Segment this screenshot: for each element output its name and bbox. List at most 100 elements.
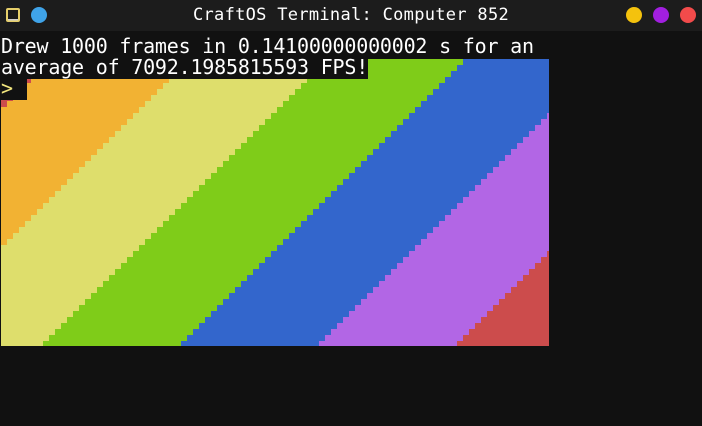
stripe-pixel-run — [121, 263, 259, 269]
stripe-pixel-run — [301, 221, 439, 227]
stripe-pixel-run — [7, 239, 145, 245]
stripe-pixel-run — [67, 317, 205, 323]
stripe-pixel-run — [1, 329, 55, 335]
rainbow-diagonal-stripes — [1, 59, 549, 346]
stripe-pixel-run — [235, 287, 373, 293]
stripe-pixel-run — [1, 197, 49, 203]
stripe-pixel-run — [163, 83, 301, 89]
stripe-pixel-run — [79, 305, 217, 311]
stripe-pixel-run — [1, 185, 61, 191]
stripe-pixel-run — [1, 293, 91, 299]
stripe-pixel-run — [253, 131, 391, 137]
stripe-pixel-run — [439, 221, 549, 227]
stripe-pixel-run — [361, 299, 499, 305]
stripe-pixel-run — [49, 197, 187, 203]
stripe-pixel-run — [1, 263, 121, 269]
stripe-pixel-run — [1, 143, 103, 149]
stripe-pixel-run — [1, 221, 25, 227]
stripe-pixel-run — [241, 143, 379, 149]
stripe-pixel-run — [379, 143, 517, 149]
stripe-pixel-run — [421, 239, 549, 245]
terminal-screen[interactable]: Drew 1000 frames in 0.14100000000002 s f… — [0, 31, 702, 426]
stripe-pixel-run — [145, 101, 283, 107]
stripe-pixel-run — [223, 299, 361, 305]
minimize-button[interactable] — [626, 7, 642, 23]
stripe-pixel-run — [127, 257, 265, 263]
stripe-pixel-run — [1, 299, 85, 305]
stripe-pixel-run — [283, 239, 421, 245]
stripe-pixel-run — [301, 83, 439, 89]
stripe-pixel-run — [1, 317, 67, 323]
close-button[interactable] — [680, 7, 696, 23]
stripe-pixel-run — [433, 89, 549, 95]
stripe-pixel-run — [253, 269, 391, 275]
stripe-pixel-run — [337, 185, 475, 191]
stripe-pixel-run — [1, 125, 121, 131]
stripe-pixel-run — [427, 95, 549, 101]
output-line-2: average of 7092.1985815593 FPS! — [1, 55, 369, 79]
stripe-pixel-run — [1, 137, 109, 143]
stripe-pixel-run — [187, 335, 325, 341]
stripe-pixel-run — [433, 227, 549, 233]
stripe-pixel-run — [1, 227, 19, 233]
title-bar: CraftOS Terminal: Computer 852 — [0, 0, 702, 31]
stripe-pixel-run — [73, 311, 211, 317]
stripe-pixel-run — [361, 161, 499, 167]
stripe-pixel-run — [229, 155, 367, 161]
stripe-pixel-run — [13, 95, 151, 101]
stripe-pixel-run — [1, 167, 79, 173]
stripe-pixel-run — [103, 143, 241, 149]
stripe-pixel-run — [73, 173, 211, 179]
stripe-pixel-run — [325, 197, 463, 203]
stripe-pixel-run — [463, 335, 549, 341]
stripe-pixel-run — [1, 191, 55, 197]
stripe-pixel-run — [337, 323, 475, 329]
window-title: CraftOS Terminal: Computer 852 — [192, 5, 510, 25]
stripe-pixel-run — [289, 233, 427, 239]
stripe-pixel-run — [373, 149, 511, 155]
shell-prompt[interactable]: > — [1, 78, 27, 100]
stripe-pixel-run — [133, 113, 271, 119]
stripe-pixel-run — [235, 149, 373, 155]
stripe-pixel-run — [97, 149, 235, 155]
stripe-pixel-run — [397, 125, 535, 131]
stripe-pixel-run — [517, 143, 549, 149]
stripe-pixel-run — [199, 323, 337, 329]
stripe-pixel-run — [157, 89, 295, 95]
stripe-pixel-run — [511, 287, 549, 293]
stripe-pixel-run — [133, 251, 271, 257]
stripe-pixel-run — [85, 161, 223, 167]
stripe-pixel-run — [103, 281, 241, 287]
stripe-pixel-run — [1, 275, 109, 281]
stripe-pixel-run — [259, 263, 397, 269]
stripe-pixel-run — [529, 131, 549, 137]
stripe-pixel-run — [1, 281, 103, 287]
stripe-pixel-run — [1, 233, 13, 239]
stripe-pixel-run — [1, 311, 73, 317]
stripe-pixel-run — [373, 287, 511, 293]
stripe-pixel-run — [541, 119, 549, 125]
stripe-pixel-run — [25, 83, 163, 89]
stripe-pixel-run — [367, 155, 505, 161]
stripe-pixel-run — [193, 191, 331, 197]
stripe-pixel-run — [25, 221, 163, 227]
stripe-pixel-run — [409, 251, 547, 257]
stripe-pixel-run — [421, 101, 549, 107]
stripe-pixel-run — [91, 155, 229, 161]
stripe-pixel-run — [517, 281, 549, 287]
stripe-pixel-run — [151, 95, 289, 101]
stripe-pixel-run — [403, 257, 541, 263]
stripe-pixel-run — [415, 245, 549, 251]
stripe-pixel-run — [145, 239, 283, 245]
stripe-pixel-run — [541, 257, 549, 263]
stripe-pixel-run — [529, 269, 549, 275]
stripe-pixel-run — [13, 233, 151, 239]
maximize-button[interactable] — [653, 7, 669, 23]
stripe-pixel-run — [427, 233, 549, 239]
stripe-pixel-run — [349, 173, 487, 179]
stripe-pixel-run — [475, 323, 549, 329]
stripe-pixel-run — [1, 269, 115, 275]
stripe-pixel-run — [1, 209, 37, 215]
stripe-pixel-run — [535, 263, 549, 269]
stripe-pixel-run — [379, 281, 517, 287]
